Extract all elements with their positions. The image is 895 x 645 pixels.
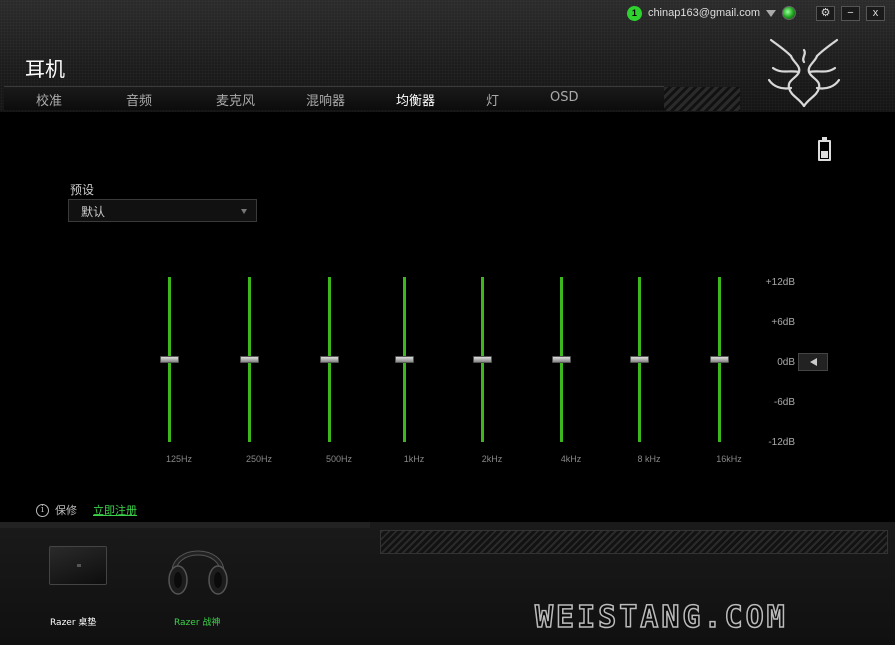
eq-frequency-label: 16kHz <box>716 454 742 464</box>
tab-equalizer[interactable]: 均衡器 <box>396 90 435 109</box>
eq-slider-handle[interactable] <box>160 355 179 363</box>
db-label-plus12: +12dB <box>765 277 795 288</box>
device-bar-stripe <box>380 530 888 554</box>
eq-slider-6[interactable] <box>620 277 660 442</box>
razer-status-icon[interactable] <box>782 6 796 20</box>
eq-slider-4[interactable] <box>463 277 503 442</box>
eq-slider-3[interactable] <box>385 277 425 442</box>
warranty-row: i 保修 立即注册 <box>36 502 137 518</box>
device-label-headset[interactable]: Razer 战神 <box>174 615 220 628</box>
watermark-text: WEISTANG.COM <box>534 599 788 636</box>
tab-bar: 校准 音频 麦克风 混响器 均衡器 灯 OSD <box>4 86 740 111</box>
preset-dropdown[interactable]: 默认 <box>68 199 257 222</box>
tab-audio[interactable]: 音频 <box>126 90 152 109</box>
eq-frequency-label: 4kHz <box>560 454 582 464</box>
device-label-mousepad[interactable]: Razer 桌垫 <box>50 615 96 628</box>
arrow-left-icon <box>809 358 817 366</box>
razer-logo-icon <box>767 38 841 108</box>
eq-slider-handle[interactable] <box>552 355 571 363</box>
eq-frequency-label: 8 kHz <box>637 454 661 464</box>
page-title: 耳机 <box>25 57 65 81</box>
eq-slider-handle[interactable] <box>473 355 492 363</box>
tab-mixer[interactable]: 混响器 <box>306 90 345 109</box>
top-bar: 1 chinap163@gmail.com ⚙ − x <box>626 4 885 22</box>
chevron-down-icon <box>241 209 247 214</box>
eq-frequency-label: 1kHz <box>403 454 425 464</box>
db-label-plus6: +6dB <box>771 317 795 328</box>
info-icon: i <box>36 503 49 517</box>
db-label-minus12: -12dB <box>768 437 795 448</box>
db-label-minus6: -6dB <box>773 397 795 408</box>
preset-value: 默认 <box>81 205 106 219</box>
header: 1 chinap163@gmail.com ⚙ − x 耳机 校准 音频 麦克风… <box>0 0 895 112</box>
register-link[interactable]: 立即注册 <box>93 502 137 518</box>
account-dropdown-icon[interactable] <box>766 9 776 17</box>
eq-frequency-label: 250Hz <box>245 454 272 464</box>
battery-icon <box>818 137 831 161</box>
eq-slider-2[interactable] <box>310 277 350 442</box>
preset-label: 预设 <box>70 183 95 197</box>
tab-calibration[interactable]: 校准 <box>36 90 62 109</box>
eq-slider-handle[interactable] <box>240 355 259 363</box>
account-email[interactable]: chinap163@gmail.com <box>648 7 760 19</box>
eq-slider-7[interactable] <box>700 277 740 442</box>
tab-microphone[interactable]: 麦克风 <box>216 90 255 109</box>
reset-eq-button[interactable] <box>798 353 828 371</box>
notification-badge[interactable]: 1 <box>626 5 642 21</box>
mousepad-device-icon[interactable] <box>49 546 107 585</box>
eq-slider-0[interactable] <box>150 277 190 442</box>
eq-frequency-label: 500Hz <box>325 454 352 464</box>
eq-slider-handle[interactable] <box>710 355 729 363</box>
eq-frequency-label: 2kHz <box>481 454 503 464</box>
headset-device-icon[interactable] <box>164 536 232 598</box>
eq-slider-handle[interactable] <box>630 355 649 363</box>
close-button[interactable]: x <box>866 5 885 21</box>
eq-slider-1[interactable] <box>230 277 270 442</box>
eq-slider-handle[interactable] <box>395 355 414 363</box>
db-label-zero: 0dB <box>777 357 795 368</box>
warranty-label: 保修 <box>55 504 77 517</box>
eq-slider-handle[interactable] <box>320 355 339 363</box>
eq-frequency-label: 125Hz <box>165 454 192 464</box>
settings-button[interactable]: ⚙ <box>816 5 835 21</box>
tab-lighting[interactable]: 灯 <box>486 90 499 109</box>
minimize-button[interactable]: − <box>841 5 860 21</box>
eq-slider-5[interactable] <box>542 277 582 442</box>
tab-osd[interactable]: OSD <box>550 90 579 105</box>
